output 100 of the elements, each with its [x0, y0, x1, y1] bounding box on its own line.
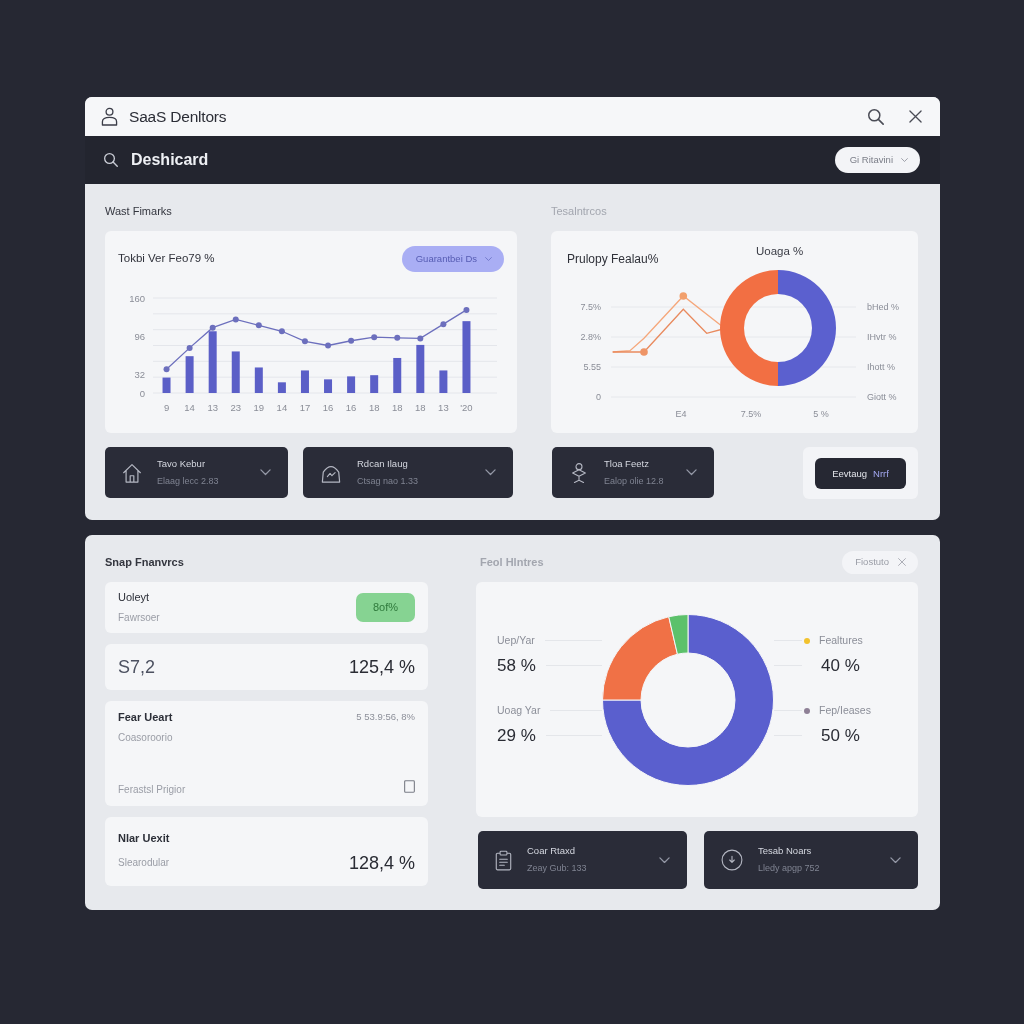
tile-title: Tavo Kebur	[157, 457, 207, 470]
square-outline-icon	[404, 779, 415, 793]
chart-bar	[324, 379, 333, 393]
chart-bar	[370, 375, 379, 393]
data-point	[325, 342, 332, 349]
dropdown-button[interactable]: Guarantbei Ds	[401, 246, 504, 272]
card-subtitle: Slearodular	[118, 856, 170, 870]
axis-label: Giott %	[867, 392, 897, 402]
legend-label: Fep/Ieases	[819, 703, 871, 718]
data-point	[371, 334, 378, 341]
section-title: Feol Hlntres	[480, 555, 544, 570]
data-point	[186, 344, 193, 351]
axis-label: 5.55	[583, 362, 601, 372]
donut-value: 29 %	[497, 724, 536, 747]
status-badge: 8of%	[356, 593, 415, 622]
donut-label: Uep/Yar	[497, 633, 535, 648]
chevron-down-icon[interactable]	[890, 856, 901, 864]
chart-bar	[439, 370, 448, 393]
data-point	[255, 322, 262, 329]
axis-label: 16	[322, 402, 334, 413]
axis-label: 13	[438, 402, 449, 413]
axis-label: 19	[253, 402, 265, 413]
chart-bar	[231, 351, 240, 393]
data-point	[640, 348, 648, 356]
figure-icon	[569, 461, 589, 484]
chart-bar	[347, 376, 356, 393]
card-title: Uoleyt	[118, 590, 151, 605]
axis-label: 13	[207, 402, 218, 413]
chevron-down-icon[interactable]	[686, 469, 697, 476]
axis-label: 7.5%	[740, 409, 762, 419]
clipboard-icon	[495, 849, 512, 871]
axis-label: 18	[368, 402, 380, 413]
search-icon[interactable]	[104, 153, 118, 167]
stat-value: S7,2	[118, 655, 156, 679]
card-title: Fear Ueart	[118, 711, 173, 725]
data-point	[232, 316, 239, 323]
donut-label: Uoag Yar	[497, 703, 541, 718]
stat-value: 128,4 %	[348, 851, 415, 874]
axis-label: 14	[276, 402, 288, 413]
axis-label: 9	[163, 402, 170, 413]
chevron-down-icon[interactable]	[260, 469, 271, 476]
search-icon[interactable]	[868, 108, 884, 125]
legend-label: Fealtures	[819, 633, 863, 648]
chevron-down-icon	[485, 256, 492, 262]
stat-value: 5 53.9:56, 8%	[356, 711, 415, 723]
tile-subtitle: Ctsag nao 1.33	[357, 475, 420, 488]
data-point	[301, 338, 308, 345]
legend-value: 40 %	[821, 654, 860, 677]
stat-value: 125,4 %	[348, 655, 415, 679]
action-button[interactable]: Eevtaug Nrrf	[815, 458, 906, 489]
chart-bar	[393, 357, 402, 393]
data-point	[463, 306, 470, 313]
donut-value: 58 %	[497, 654, 536, 677]
card-footer-text: Ferastsl Prigior	[118, 783, 186, 796]
tile-title: Coar Rtaxd	[527, 845, 577, 858]
close-icon[interactable]	[909, 110, 922, 123]
axis-label: 5 %	[813, 409, 829, 419]
tile-title: Rdcan Ilaug	[357, 457, 409, 470]
window-title: SaaS Denltors	[129, 106, 227, 127]
tile-title: Tesab Noars	[758, 845, 813, 858]
page-title: Deshicard	[131, 150, 209, 170]
axis-label: 0	[596, 392, 601, 402]
donut-title: Uoaga %	[756, 245, 804, 257]
data-point	[163, 366, 170, 373]
house-icon	[122, 462, 142, 483]
legend-value: 50 %	[821, 724, 860, 747]
tile-subtitle: Lledy apgp 752	[758, 863, 821, 875]
axis-label: E4	[675, 409, 687, 419]
tile-subtitle: Ealop olie 12.8	[604, 475, 665, 488]
axis-label: 18	[391, 402, 403, 413]
data-point	[209, 324, 216, 331]
chart-bar	[462, 321, 471, 393]
tile-subtitle: Zeay Gub: 133	[527, 863, 588, 875]
tile-subtitle: Elaag lecc 2.83	[157, 475, 220, 488]
card-subtitle: Fawrsoer	[118, 611, 160, 625]
chart-bar	[416, 344, 425, 393]
axis-label: '20	[460, 402, 473, 413]
chevron-down-icon[interactable]	[485, 469, 496, 476]
section-title: Tesalntrcos	[551, 204, 608, 219]
card-title: Nlar Uexit	[118, 832, 170, 846]
data-point	[417, 335, 424, 342]
person-icon	[101, 107, 118, 126]
chevron-down-icon[interactable]	[659, 856, 670, 864]
card-subtitle: Coasoroorio	[118, 731, 173, 745]
section-title: Snap Fnanvrcs	[105, 555, 184, 570]
data-point	[348, 337, 355, 344]
data-point	[679, 292, 688, 300]
filter-chip[interactable]: Fiostuto	[842, 550, 918, 574]
axis-label: 2.8%	[580, 332, 601, 342]
axis-label: IHvtr %	[867, 332, 897, 342]
axis-label: Ihott %	[867, 362, 895, 372]
dropdown-button[interactable]: Gi Ritavini	[834, 147, 920, 173]
chart-title: Tokbi Ver Feo79 %	[118, 251, 215, 266]
chart-bar	[277, 382, 286, 393]
axis-label: 17	[299, 402, 311, 413]
axis-label: 7.5%	[580, 302, 601, 312]
chart-bar	[208, 331, 217, 393]
axis-label: bHed %	[867, 302, 900, 312]
axis-label: 160	[129, 292, 145, 304]
tile-title: Tloa Feetz	[604, 457, 650, 470]
